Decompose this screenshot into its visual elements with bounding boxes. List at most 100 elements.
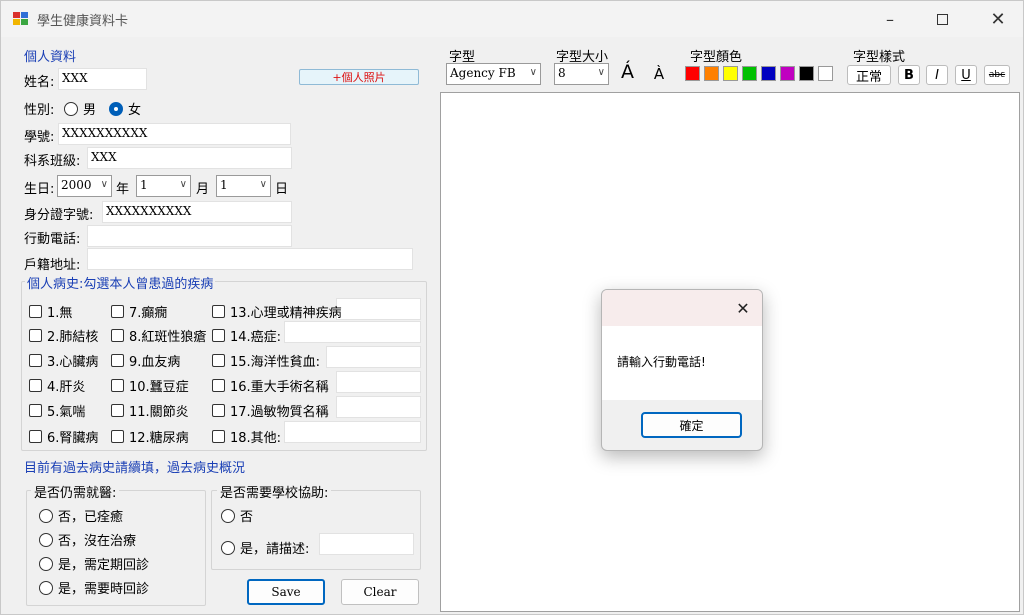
phone-input[interactable]: [87, 225, 292, 247]
disease-item[interactable]: 13.心理或精神疾病: [212, 302, 342, 321]
disease-item[interactable]: 15.海洋性貧血:: [212, 351, 320, 370]
disease-item[interactable]: 4.肝炎: [29, 376, 85, 395]
school-assist-radio[interactable]: [221, 540, 235, 555]
color-swatch-yellow[interactable]: [723, 66, 738, 81]
minimize-button[interactable]: –: [867, 1, 913, 37]
add-photo-button[interactable]: +個人照片: [299, 69, 419, 85]
medical-radio[interactable]: [39, 556, 53, 571]
disease-checkbox[interactable]: [212, 379, 225, 392]
medical-option[interactable]: 否，已痊癒: [39, 506, 123, 525]
disease-item[interactable]: 18.其他:: [212, 427, 281, 446]
medical-option[interactable]: 是，需要時回診: [39, 578, 149, 597]
disease-item[interactable]: 11.關節炎: [111, 401, 189, 420]
disease-item[interactable]: 16.重大手術名稱: [212, 376, 329, 395]
cancer-input[interactable]: [284, 321, 421, 343]
title-bar: 學生健康資料卡 – ✕: [1, 1, 1023, 37]
disease-checkbox[interactable]: [212, 305, 225, 318]
gender-female-option[interactable]: 女: [109, 99, 141, 118]
disease-checkbox[interactable]: [212, 404, 225, 417]
disease-checkbox[interactable]: [111, 305, 124, 318]
color-swatch-green[interactable]: [742, 66, 757, 81]
dept-input[interactable]: XXX: [87, 147, 292, 169]
mental-illness-input[interactable]: [336, 298, 421, 320]
disease-item[interactable]: 10.蠶豆症: [111, 376, 189, 395]
birth-year-select[interactable]: 2000 ∨: [57, 175, 112, 197]
dialog-close-button[interactable]: ✕: [730, 295, 756, 321]
color-swatch-white[interactable]: [818, 66, 833, 81]
birth-month-select[interactable]: 1 ∨: [136, 175, 191, 197]
disease-item[interactable]: 1.無: [29, 302, 72, 321]
dialog-ok-button[interactable]: 確定: [641, 412, 742, 438]
disease-item[interactable]: 3.心臟病: [29, 351, 98, 370]
medical-radio[interactable]: [39, 508, 53, 523]
disease-checkbox[interactable]: [29, 354, 42, 367]
disease-item[interactable]: 5.氣喘: [29, 401, 85, 420]
font-size-select[interactable]: 8 ∨: [554, 63, 609, 85]
other-disease-input[interactable]: [284, 421, 421, 443]
medical-radio[interactable]: [39, 580, 53, 595]
medical-radio[interactable]: [39, 532, 53, 547]
student-id-input[interactable]: XXXXXXXXXX: [58, 123, 291, 145]
disease-checkbox[interactable]: [111, 329, 124, 342]
disease-item[interactable]: 2.肺結核: [29, 326, 98, 345]
disease-checkbox[interactable]: [212, 354, 225, 367]
disease-item[interactable]: 6.腎臟病: [29, 427, 98, 446]
gender-male-option[interactable]: 男: [64, 99, 96, 118]
font-shrink-icon: À: [653, 65, 665, 83]
strikethrough-button[interactable]: abc: [984, 65, 1010, 85]
clear-button[interactable]: Clear: [341, 579, 419, 605]
disease-checkbox[interactable]: [29, 379, 42, 392]
medical-option[interactable]: 否，沒在治療: [39, 530, 136, 549]
color-swatch-black[interactable]: [799, 66, 814, 81]
school-assist-radio[interactable]: [221, 508, 235, 523]
underline-button[interactable]: U: [955, 65, 977, 85]
name-input[interactable]: XXX: [58, 68, 147, 90]
save-button[interactable]: Save: [247, 579, 325, 605]
maximize-button[interactable]: [919, 1, 965, 37]
disease-checkbox[interactable]: [111, 379, 124, 392]
birth-day-select[interactable]: 1 ∨: [216, 175, 271, 197]
disease-item[interactable]: 9.血友病: [111, 351, 180, 370]
chevron-down-icon: ∨: [529, 67, 537, 78]
color-swatch-red[interactable]: [685, 66, 700, 81]
disease-checkbox[interactable]: [29, 404, 42, 417]
disease-item[interactable]: 17.過敏物質名稱: [212, 401, 329, 420]
disease-item[interactable]: 14.癌症:: [212, 326, 281, 345]
disease-checkbox[interactable]: [212, 430, 225, 443]
thalassemia-input[interactable]: [326, 346, 421, 368]
school-assist-option[interactable]: 否: [221, 506, 253, 525]
assist-description-input[interactable]: [319, 533, 414, 555]
id-number-input[interactable]: XXXXXXXXXX: [102, 201, 292, 223]
bold-button[interactable]: B: [898, 65, 920, 85]
font-shrink-button[interactable]: À: [648, 63, 670, 85]
chevron-down-icon: ∨: [597, 67, 605, 78]
disease-checkbox[interactable]: [111, 430, 124, 443]
disease-checkbox[interactable]: [29, 430, 42, 443]
surgery-input[interactable]: [336, 371, 421, 393]
phone-label: 行動電話:: [24, 232, 81, 247]
disease-item[interactable]: 8.紅斑性狼瘡: [111, 326, 206, 345]
disease-checkbox[interactable]: [111, 404, 124, 417]
disease-checkbox[interactable]: [29, 329, 42, 342]
disease-checkbox[interactable]: [29, 305, 42, 318]
allergy-input[interactable]: [336, 396, 421, 418]
color-swatch-blue[interactable]: [761, 66, 776, 81]
school-assist-option[interactable]: 是，請描述:: [221, 538, 309, 557]
color-swatch-purple[interactable]: [780, 66, 795, 81]
gender-male-radio[interactable]: [64, 101, 78, 116]
font-grow-button[interactable]: Á: [615, 60, 640, 84]
italic-button[interactable]: I: [926, 65, 948, 85]
disease-checkbox[interactable]: [111, 354, 124, 367]
color-swatch-orange[interactable]: [704, 66, 719, 81]
gender-female-radio[interactable]: [109, 101, 123, 116]
disease-item[interactable]: 7.癲癇: [111, 302, 167, 321]
close-button[interactable]: ✕: [975, 1, 1021, 37]
disease-checkbox[interactable]: [212, 329, 225, 342]
disease-item[interactable]: 12.糖尿病: [111, 427, 189, 446]
school-assist-group-title: 是否需要學校協助:: [217, 482, 332, 501]
font-select[interactable]: Agency FB ∨: [446, 63, 541, 85]
maximize-icon: [936, 13, 948, 25]
medical-option[interactable]: 是，需定期回診: [39, 554, 149, 573]
regular-style-button[interactable]: 正常: [847, 65, 891, 85]
address-input[interactable]: [87, 248, 413, 270]
